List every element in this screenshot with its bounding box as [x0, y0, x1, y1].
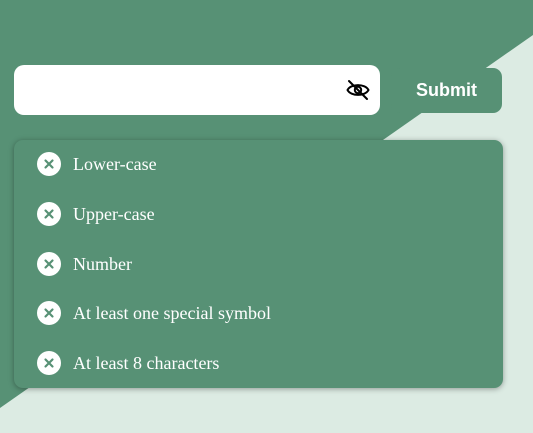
- requirement-label: Number: [73, 254, 132, 274]
- requirement-label: Upper-case: [73, 204, 155, 224]
- password-field[interactable]: [14, 65, 380, 115]
- requirement-label: Lower-case: [73, 154, 157, 174]
- eye-slash-icon[interactable]: [346, 78, 370, 102]
- x-icon: [37, 301, 61, 325]
- x-icon: [37, 202, 61, 226]
- requirement-special-symbol: At least one special symbol: [14, 301, 503, 329]
- x-icon: [37, 152, 61, 176]
- password-requirements-panel: Lower-case Upper-case Number At least on…: [14, 140, 503, 388]
- requirement-label: At least one special symbol: [73, 303, 271, 323]
- requirement-label: At least 8 characters: [73, 353, 220, 373]
- password-input[interactable]: [14, 65, 334, 115]
- requirement-min-length: At least 8 characters: [14, 351, 503, 379]
- x-icon: [37, 252, 61, 276]
- requirement-lower-case: Lower-case: [14, 152, 503, 180]
- requirement-number: Number: [14, 252, 503, 280]
- x-icon: [37, 351, 61, 375]
- requirement-upper-case: Upper-case: [14, 202, 503, 230]
- submit-button[interactable]: Submit: [391, 68, 502, 113]
